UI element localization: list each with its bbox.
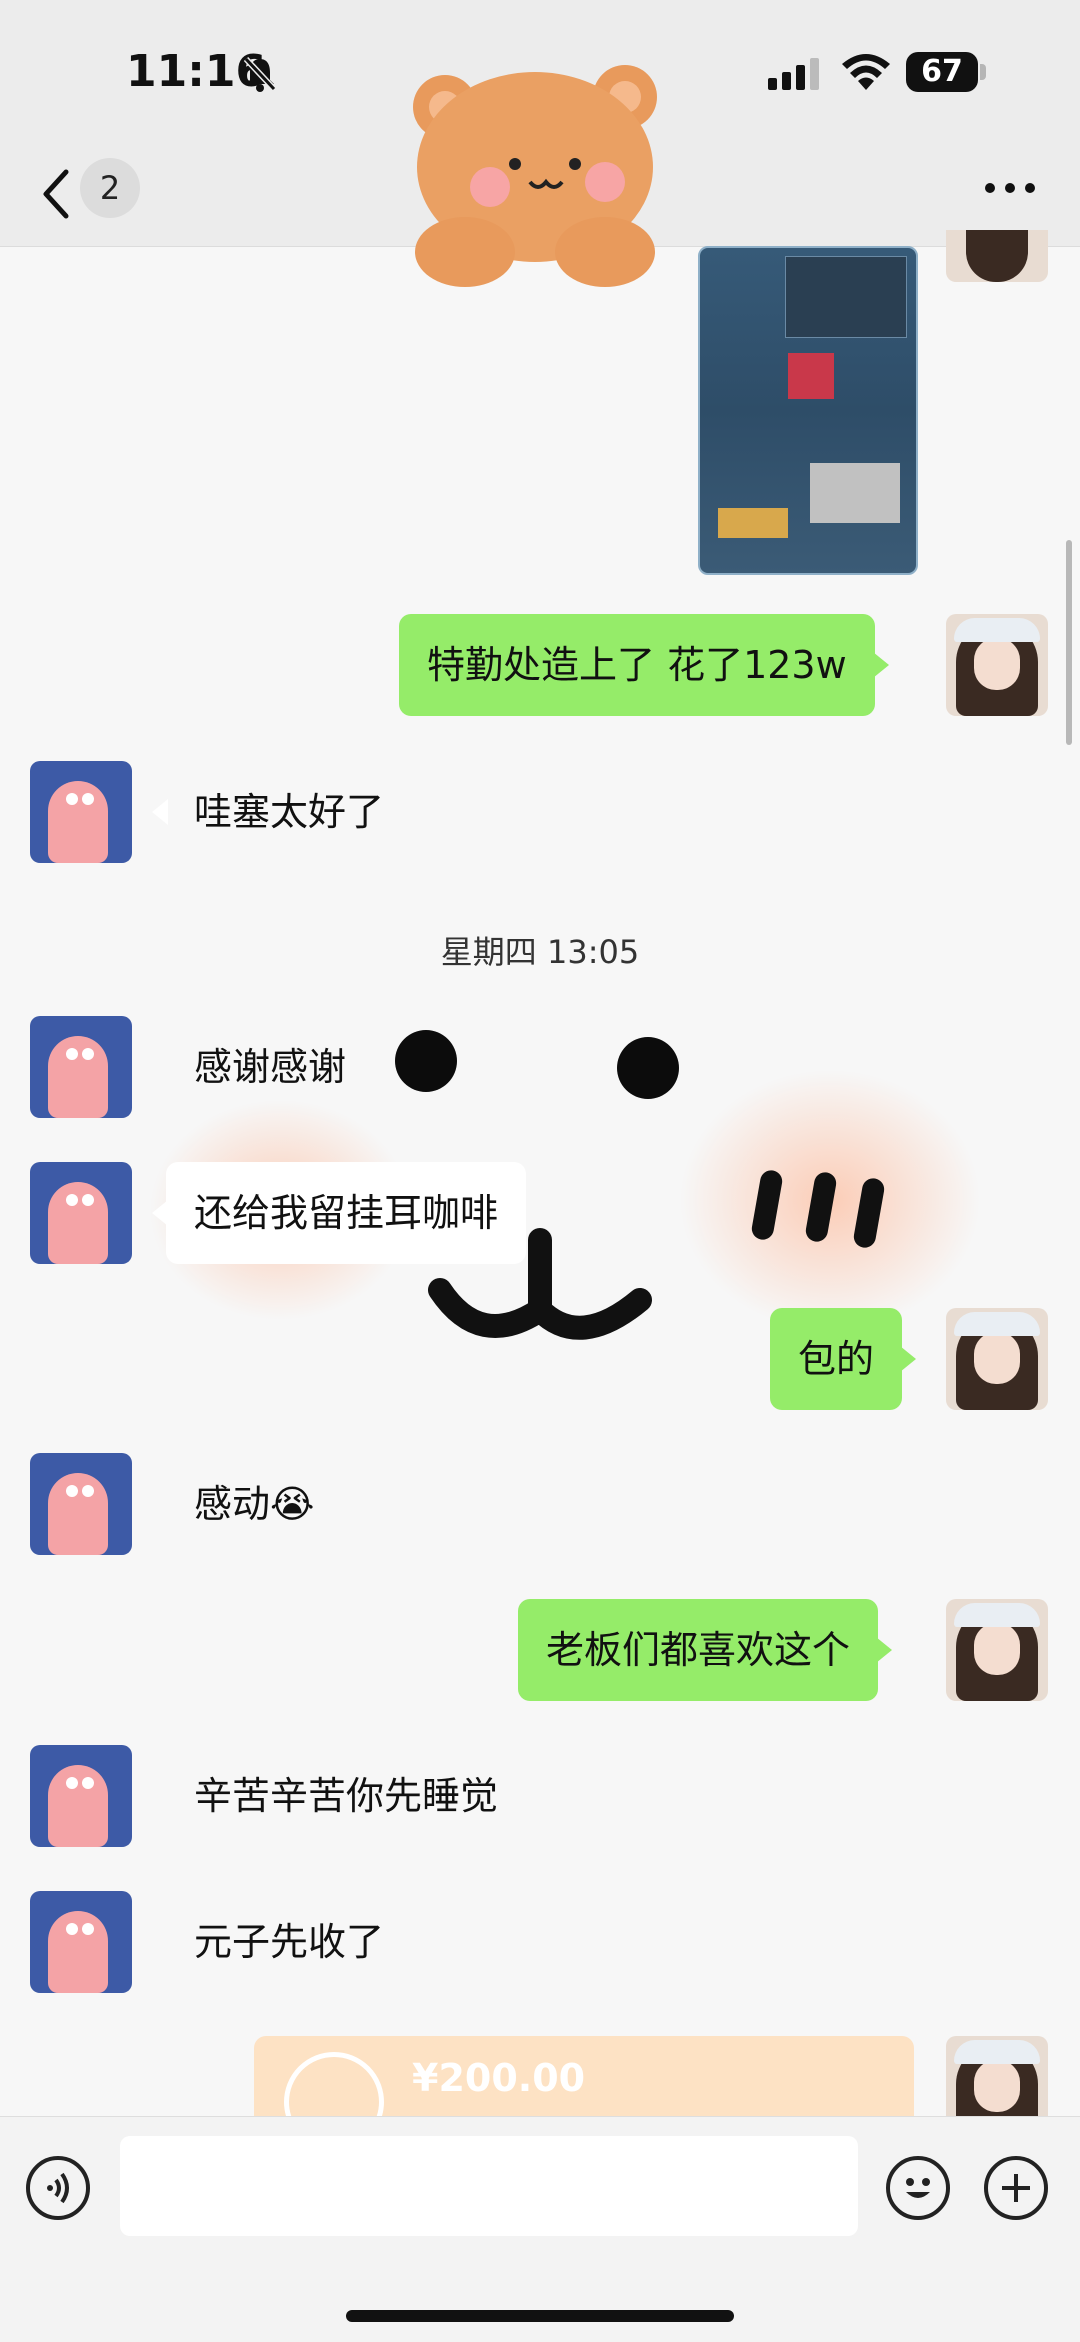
- plus-button[interactable]: [984, 2156, 1048, 2220]
- battery-cap: [980, 64, 986, 80]
- message-bubble-incoming[interactable]: 感谢感谢: [166, 1016, 374, 1118]
- bear-sticker: [413, 65, 657, 287]
- unread-count-badge[interactable]: 2: [80, 158, 140, 218]
- image-item: [718, 508, 788, 538]
- message-timestamp: 星期四 13:05: [440, 933, 640, 971]
- message-bubble-incoming[interactable]: 感动😭: [166, 1453, 342, 1555]
- avatar-eye: [82, 1485, 94, 1497]
- image-panel: [785, 256, 907, 338]
- more-icon[interactable]: [980, 168, 1040, 208]
- avatar[interactable]: [30, 761, 132, 863]
- message-bubble-incoming[interactable]: 辛苦辛苦你先睡觉: [166, 1745, 526, 1847]
- emoji-icon: [906, 2178, 930, 2198]
- message-bubble-incoming[interactable]: 还给我留挂耳咖啡: [151, 1162, 527, 1264]
- transfer-message[interactable]: ¥200.00: [254, 2036, 914, 2116]
- avatar[interactable]: [30, 1162, 132, 1264]
- avatar[interactable]: [946, 1308, 1048, 1410]
- plus-icon: [1002, 2174, 1030, 2202]
- wifi-icon: [842, 54, 890, 90]
- message-bubble-outgoing[interactable]: 包的: [770, 1308, 917, 1410]
- image-item: [810, 463, 900, 523]
- avatar-eye: [66, 1048, 78, 1060]
- wallpaper-eye-left: [395, 1030, 457, 1092]
- back-chevron-icon: [43, 169, 69, 219]
- avatar[interactable]: [946, 230, 1048, 282]
- avatar-eye: [66, 1194, 78, 1206]
- voice-icon: [47, 2172, 69, 2204]
- avatar[interactable]: [946, 614, 1048, 716]
- avatar-eye: [66, 1485, 78, 1497]
- avatar-figure: [48, 1765, 108, 1847]
- voice-button[interactable]: [26, 2156, 90, 2220]
- message-input[interactable]: [120, 2136, 858, 2236]
- message-bubble-outgoing[interactable]: 特勤处造上了 花了123w: [399, 614, 889, 716]
- avatar[interactable]: [30, 1891, 132, 1993]
- scrollbar[interactable]: [1066, 540, 1072, 745]
- avatar-eye: [66, 793, 78, 805]
- avatar-eye: [82, 1923, 94, 1935]
- message-bubble-outgoing[interactable]: 老板们都喜欢这个: [518, 1599, 893, 1701]
- signal-icon: [768, 58, 819, 90]
- avatar-eye: [82, 793, 94, 805]
- avatar-eye: [66, 1923, 78, 1935]
- avatar-face: [974, 2060, 1020, 2112]
- avatar-figure: [48, 1473, 108, 1555]
- avatar-headscarf: [954, 618, 1040, 642]
- avatar[interactable]: [30, 1016, 132, 1118]
- emoji-button[interactable]: [886, 2156, 950, 2220]
- avatar-figure: [48, 1182, 108, 1264]
- message-bubble-incoming[interactable]: 哇塞太好了: [151, 761, 412, 863]
- avatar[interactable]: [30, 1453, 132, 1555]
- battery-indicator: 67: [906, 52, 978, 92]
- avatar-figure: [48, 1036, 108, 1118]
- avatar-face: [974, 1623, 1020, 1675]
- avatar-headscarf: [954, 2040, 1040, 2064]
- avatar[interactable]: [946, 2036, 1048, 2116]
- avatar-eye: [82, 1048, 94, 1060]
- avatar-figure: [48, 781, 108, 863]
- transfer-amount: ¥200.00: [412, 2056, 586, 2100]
- avatar-face: [974, 638, 1020, 690]
- avatar-headscarf: [954, 1312, 1040, 1336]
- wallpaper-eye-right: [617, 1037, 679, 1099]
- avatar-eye: [82, 1194, 94, 1206]
- bell-slash-icon: [243, 56, 277, 92]
- message-bubble-incoming[interactable]: 元子先收了: [166, 1891, 412, 1993]
- avatar-headscarf: [954, 1603, 1040, 1627]
- chat-wallpaper: [0, 0, 1080, 2341]
- avatar[interactable]: [30, 1745, 132, 1847]
- avatar-figure: [48, 1911, 108, 1993]
- home-indicator[interactable]: [346, 2310, 734, 2322]
- image-item: [788, 353, 834, 399]
- avatar-eye: [66, 1777, 78, 1789]
- avatar-hair: [966, 230, 1028, 282]
- avatar-eye: [82, 1777, 94, 1789]
- avatar-face: [974, 1332, 1020, 1384]
- avatar[interactable]: [946, 1599, 1048, 1701]
- image-message[interactable]: [698, 246, 918, 575]
- transfer-icon: [284, 2052, 384, 2116]
